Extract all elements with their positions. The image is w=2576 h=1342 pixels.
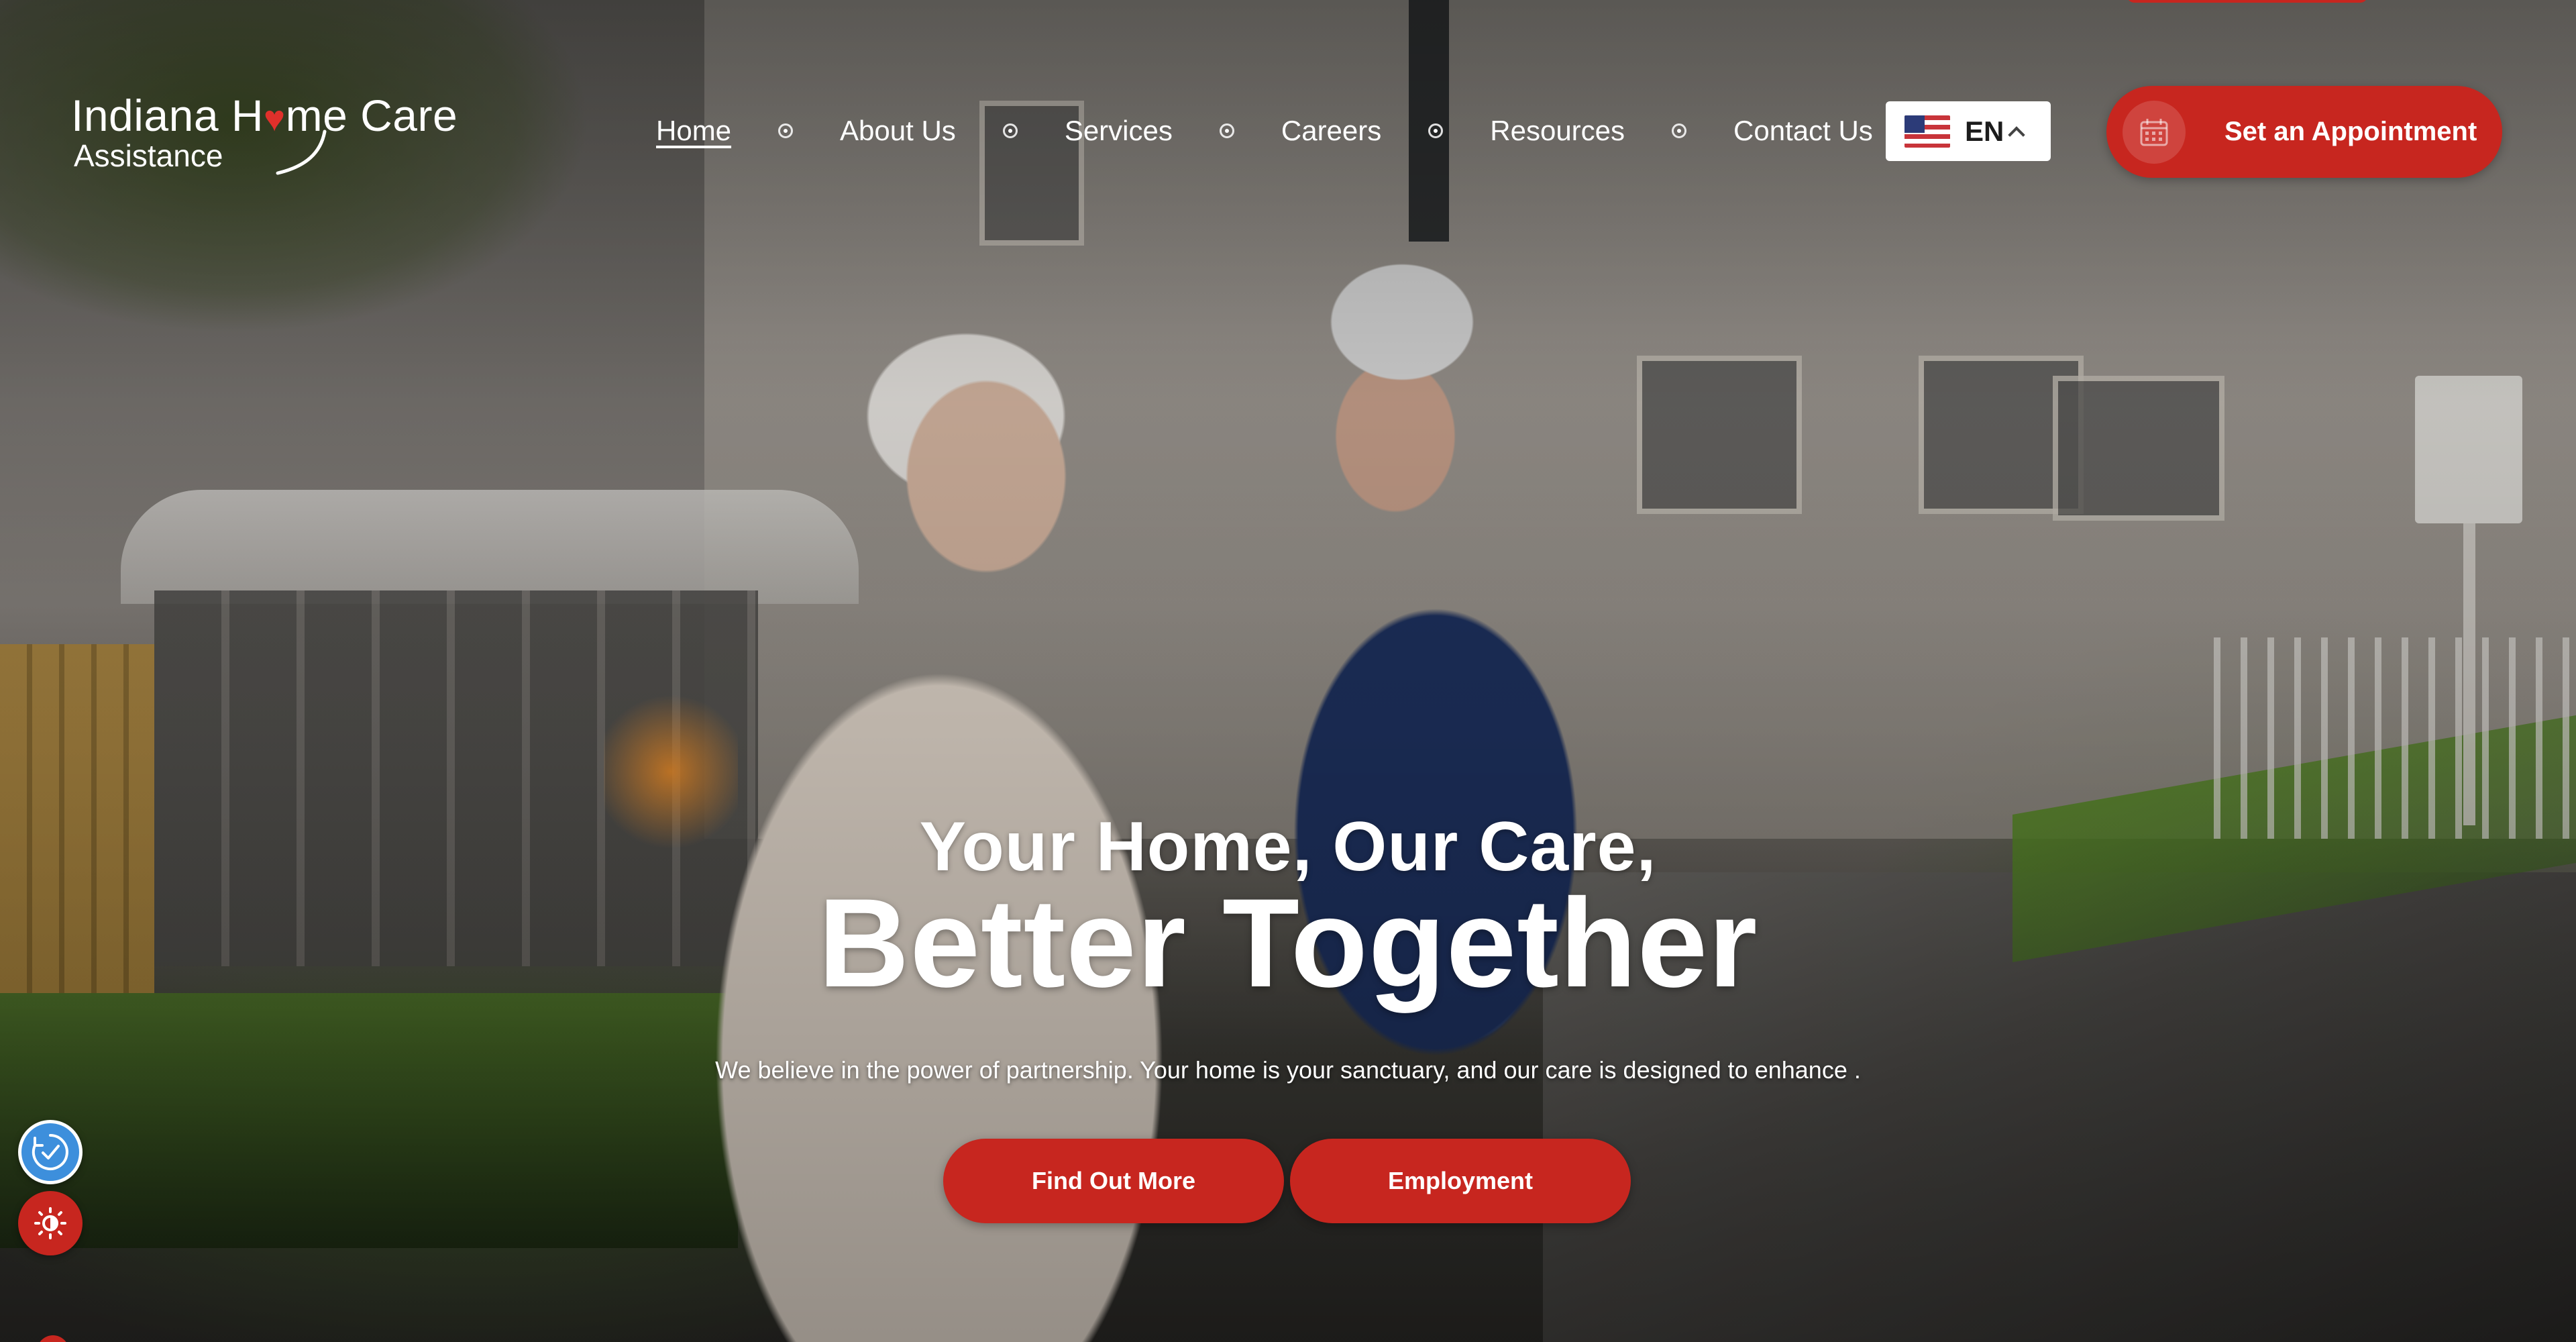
accessibility-check-icon (32, 1134, 68, 1170)
nav-item-about-us[interactable]: About Us (840, 107, 956, 154)
set-appointment-label: Set an Appointment (2224, 117, 2477, 146)
chevron-up-icon (2008, 125, 2026, 144)
us-flag-icon (1904, 115, 1950, 148)
flag-canton (1904, 115, 1925, 133)
nav-item-careers[interactable]: Careers (1281, 107, 1381, 154)
calendar-icon-wrap (2123, 100, 2186, 164)
hero-title: Better Together (818, 872, 1758, 1013)
hero-overlay (0, 0, 2576, 1342)
employment-button[interactable]: Employment (1290, 1139, 1631, 1223)
language-code: EN (1965, 115, 2004, 147)
nav-separator-dot (1428, 123, 1444, 138)
calendar-icon (2140, 118, 2168, 146)
hero-subtitle: We believe in the power of partnership. … (715, 1056, 1861, 1084)
nav-separator-dot (778, 123, 794, 138)
language-selector[interactable]: EN (1886, 101, 2051, 161)
nav-separator-dot (1219, 123, 1234, 138)
top-accent-bar (2127, 0, 2368, 3)
nav-item-services[interactable]: Services (1065, 107, 1173, 154)
logo-text-prefix: Indiana H (71, 91, 264, 140)
logo-swoosh-icon (276, 130, 327, 175)
site-logo[interactable]: Indiana H♥me Care Assistance (71, 89, 474, 176)
logo-subtitle: Assistance (74, 138, 223, 173)
nav-separator-dot (1672, 123, 1687, 138)
site-header: Indiana H♥me Care Assistance Home About … (0, 0, 2576, 178)
find-out-more-button[interactable]: Find Out More (943, 1139, 1284, 1223)
nav-item-home[interactable]: Home (656, 107, 731, 154)
nav-separator-dot (1002, 123, 1018, 138)
page: Indiana H♥me Care Assistance Home About … (0, 0, 2576, 1342)
nav-item-resources[interactable]: Resources (1490, 107, 1625, 154)
contrast-toggle-icon (34, 1207, 66, 1239)
accessibility-widget-button[interactable] (18, 1120, 83, 1184)
main-nav: Home About Us Services Careers Resources… (656, 107, 1873, 154)
set-appointment-button[interactable]: Set an Appointment (2106, 86, 2502, 178)
nav-item-contact-us[interactable]: Contact Us (1733, 107, 1873, 154)
contrast-toggle-button[interactable] (18, 1191, 83, 1255)
